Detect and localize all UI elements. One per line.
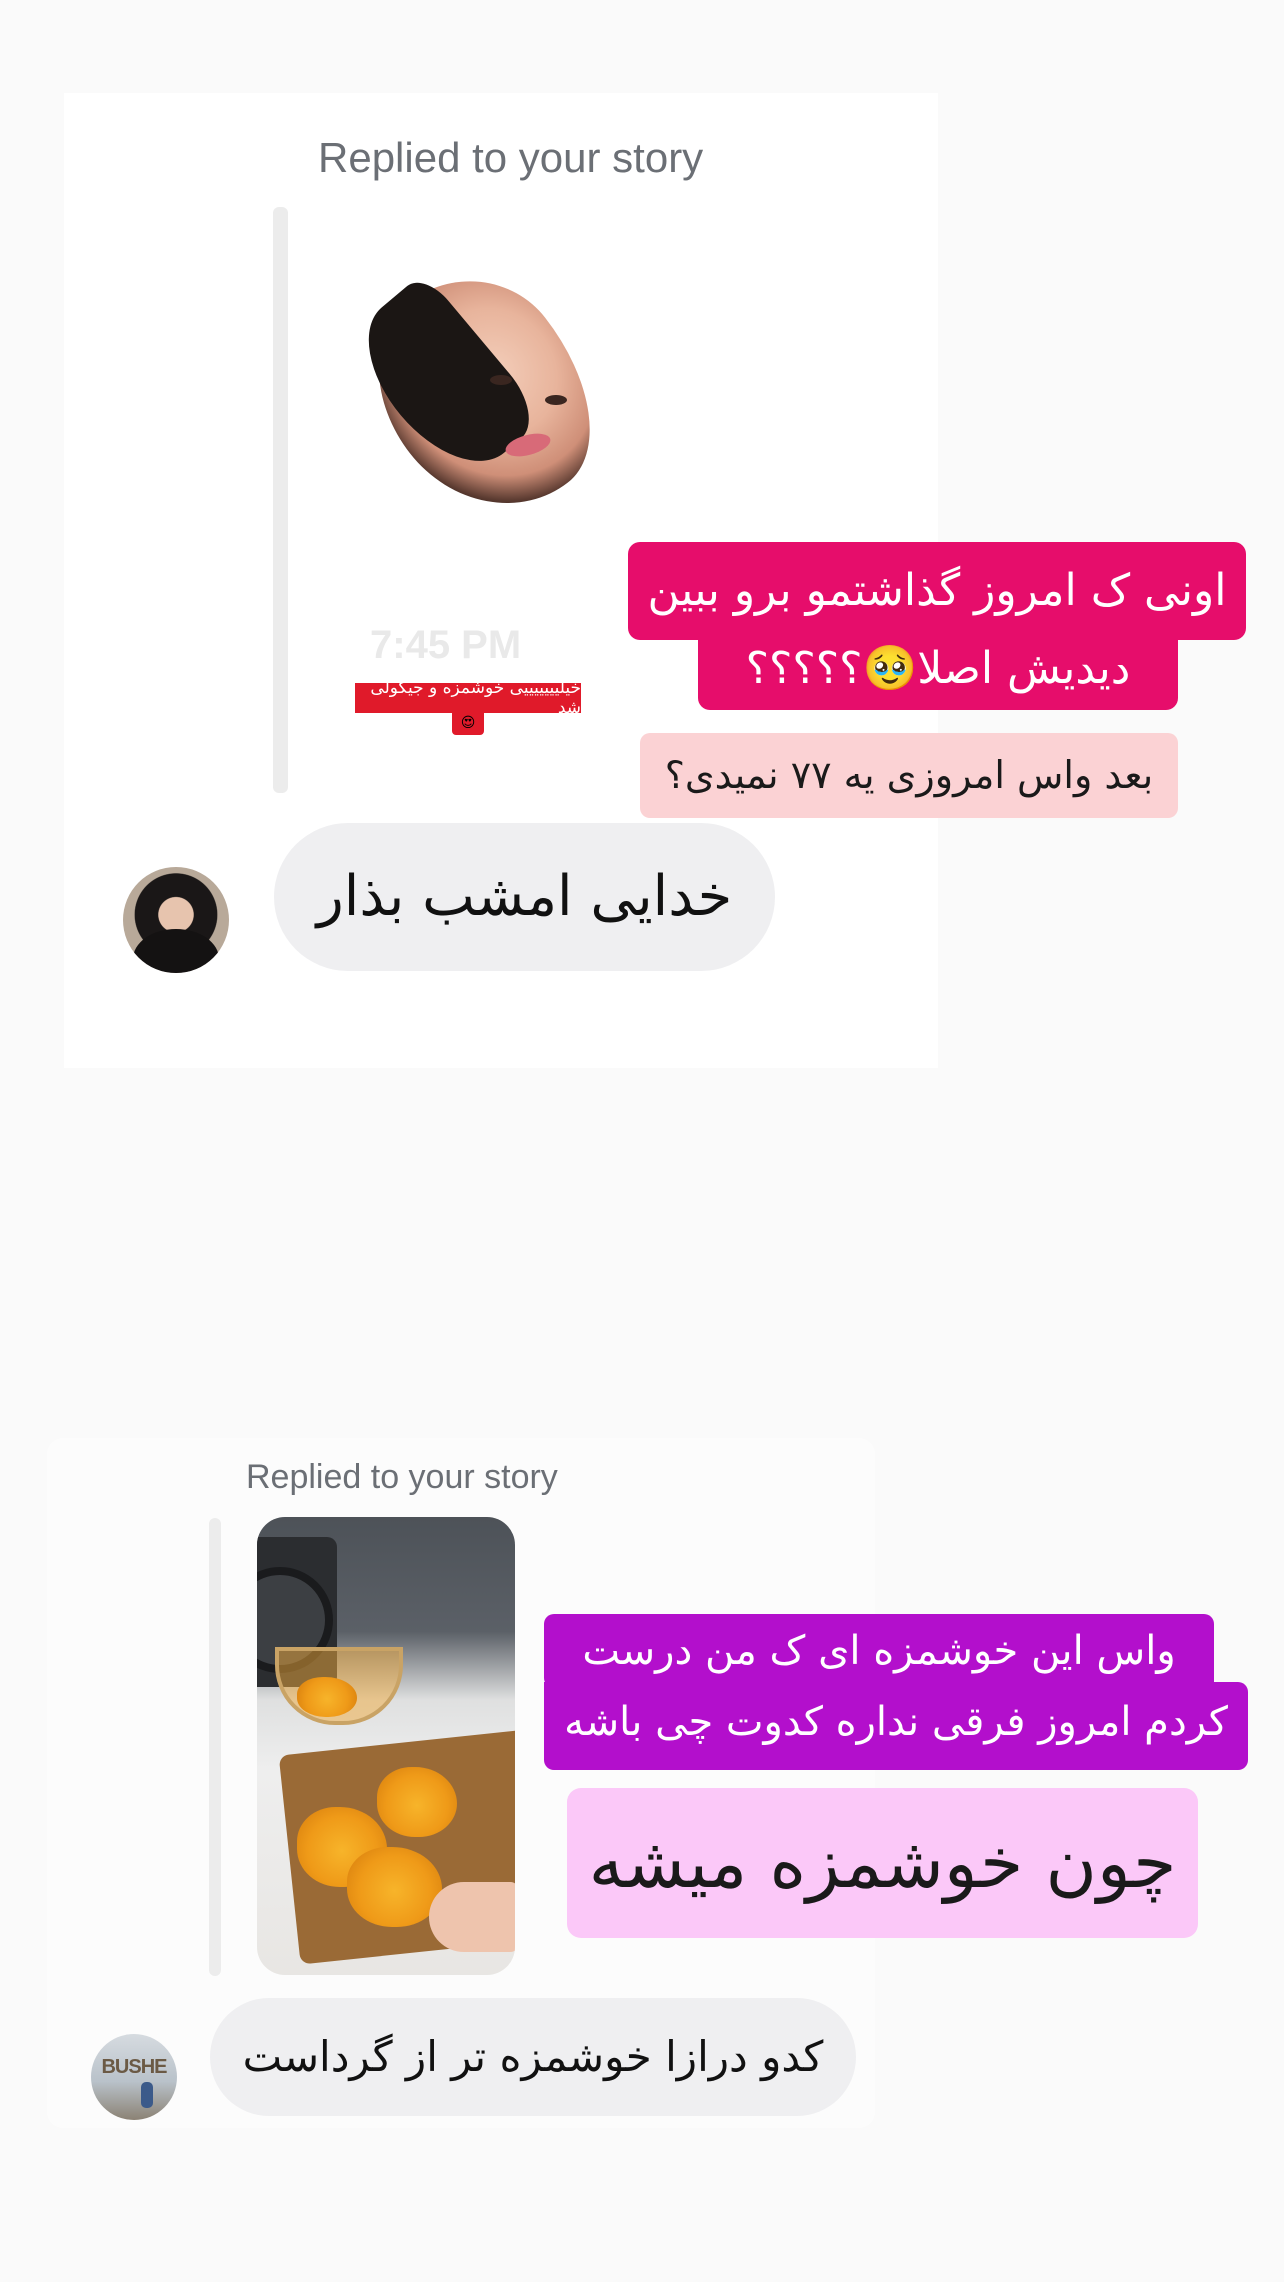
- story-thumbnail[interactable]: 7:45 PM خیلیییییییی خوشمزه و جیگولی شد 😍: [336, 241, 640, 755]
- quote-bar: [209, 1518, 221, 1976]
- story-overlay-text: اونی ک امروز گذاشتمو برو ببین: [628, 542, 1246, 640]
- message-bubble[interactable]: کدو درازا خوشمزه تر از گرداست: [210, 1998, 856, 2116]
- replied-to-story-label: Replied to your story: [246, 1458, 558, 1496]
- avatar-figure: [141, 2082, 153, 2108]
- replied-to-story-label: Replied to your story: [318, 134, 704, 181]
- story-pumpkin-slice: [297, 1677, 357, 1717]
- story-overlay-text: چون خوشمزه میشه: [567, 1788, 1198, 1938]
- message-bubble[interactable]: خدایی امشب بذار: [274, 823, 775, 971]
- story-text-sticker: خیلیییییییی خوشمزه و جیگولی شد: [354, 678, 582, 718]
- story-thumbnail[interactable]: [257, 1517, 515, 1975]
- story-pumpkin-slice: [377, 1767, 457, 1837]
- story-emoji-sticker: 😍: [452, 711, 484, 735]
- avatar-figure: [133, 929, 219, 973]
- story-overlay-text: کردم امروز فرقی نداره کدوت چی باشه: [544, 1682, 1248, 1770]
- story-overlay-text: بعد واس امروزی یه ۷۷ نمیدی؟: [640, 733, 1178, 818]
- story-eye: [545, 395, 567, 405]
- story-overlay-text: دیدیش اصلا🥹؟؟؟؟؟: [698, 632, 1178, 710]
- avatar[interactable]: [123, 867, 229, 973]
- story-time-sticker: 7:45 PM: [370, 623, 522, 667]
- avatar-sign-text: BUSHE: [101, 2056, 167, 2078]
- story-hand: [429, 1882, 515, 1952]
- quote-bar: [273, 207, 288, 793]
- story-pumpkin-slice: [347, 1847, 442, 1927]
- story-eye: [490, 375, 512, 385]
- story-overlay-text: واس این خوشمزه ای ک من درست: [544, 1614, 1214, 1688]
- avatar[interactable]: BUSHE: [91, 2034, 177, 2120]
